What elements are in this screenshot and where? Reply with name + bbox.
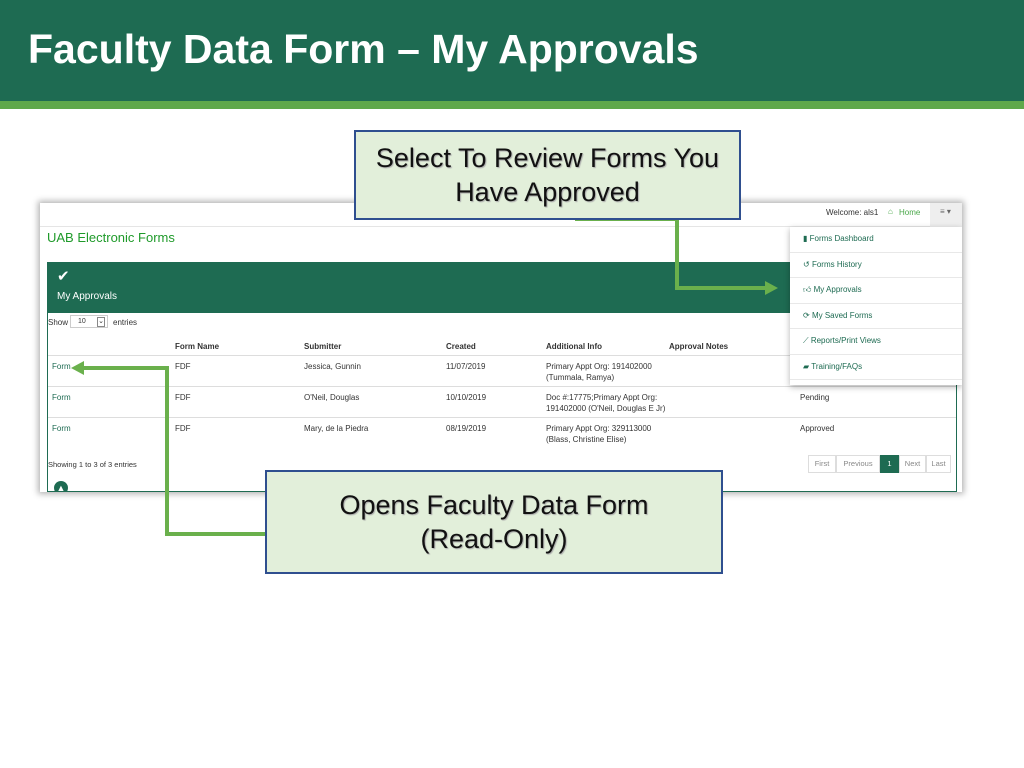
arrow-to-my-approvals — [575, 217, 765, 290]
arrowhead-icon — [71, 361, 84, 375]
arrow-to-form-link — [84, 366, 266, 536]
annotation-arrows — [71, 217, 778, 536]
callout-review-approved: Select To Review Forms You Have Approved — [354, 130, 741, 220]
arrowhead-icon — [765, 281, 778, 295]
callout-text: (Read-Only) — [420, 524, 568, 554]
callout-opens-form: Opens Faculty Data Form (Read-Only) — [265, 470, 723, 574]
callout-text: Select To Review Forms You Have Approved — [375, 143, 720, 207]
callout-text: Opens Faculty Data Form — [339, 490, 649, 520]
